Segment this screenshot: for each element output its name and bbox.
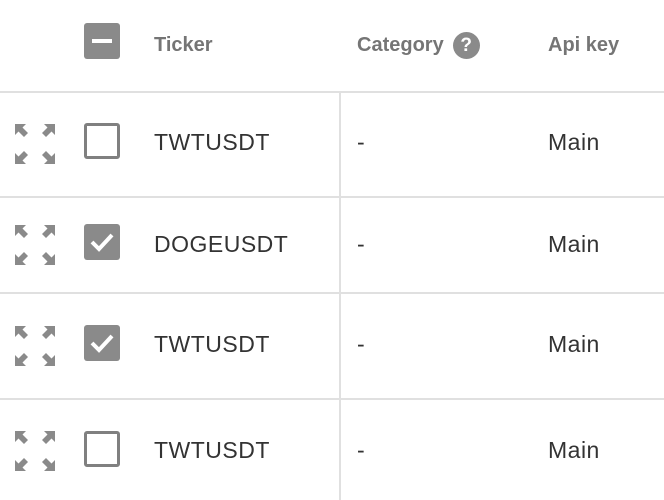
table-row: TWTUSDT - Main xyxy=(0,92,664,198)
api-key-cell: Main xyxy=(548,437,600,463)
api-key-cell: Main xyxy=(548,129,600,155)
api-key-cell: Main xyxy=(548,231,600,257)
expand-icon[interactable] xyxy=(13,122,57,166)
category-cell: - xyxy=(357,331,366,357)
table-row: TWTUSDT - Main xyxy=(0,400,664,500)
column-header-category-label: Category xyxy=(357,34,444,56)
column-header-ticker-label: Ticker xyxy=(154,34,213,56)
table-row: DOGEUSDT - Main xyxy=(0,198,664,294)
checkmark-icon xyxy=(90,233,114,252)
row-checkbox[interactable] xyxy=(84,123,120,159)
column-header-api-key-label: Api key xyxy=(548,34,620,56)
table-row: TWTUSDT - Main xyxy=(0,294,664,400)
checkmark-icon xyxy=(90,334,114,353)
column-header-ticker[interactable]: Ticker xyxy=(154,0,213,91)
category-cell: - xyxy=(357,129,366,155)
expand-icon[interactable] xyxy=(13,324,57,368)
ticker-cell: TWTUSDT xyxy=(154,129,270,155)
ticker-cell: TWTUSDT xyxy=(154,437,270,463)
expand-icon[interactable] xyxy=(13,223,57,267)
indeterminate-dash-icon xyxy=(92,39,112,43)
ticker-cell: TWTUSDT xyxy=(154,331,270,357)
select-all-checkbox[interactable] xyxy=(84,23,120,59)
row-checkbox[interactable] xyxy=(84,325,120,361)
api-key-cell: Main xyxy=(548,331,600,357)
table-header: Ticker Category ? Api key xyxy=(0,0,664,93)
column-header-api-key[interactable]: Api key xyxy=(548,0,619,91)
category-cell: - xyxy=(357,437,366,463)
ticker-cell: DOGEUSDT xyxy=(154,231,289,257)
row-checkbox[interactable] xyxy=(84,431,120,467)
expand-icon[interactable] xyxy=(13,429,57,473)
column-header-category[interactable]: Category ? xyxy=(357,0,480,91)
category-cell: - xyxy=(357,231,366,257)
help-icon[interactable]: ? xyxy=(452,32,480,59)
data-table: Ticker Category ? Api key TWTUSDT - Main xyxy=(0,0,664,500)
row-checkbox[interactable] xyxy=(84,224,120,260)
